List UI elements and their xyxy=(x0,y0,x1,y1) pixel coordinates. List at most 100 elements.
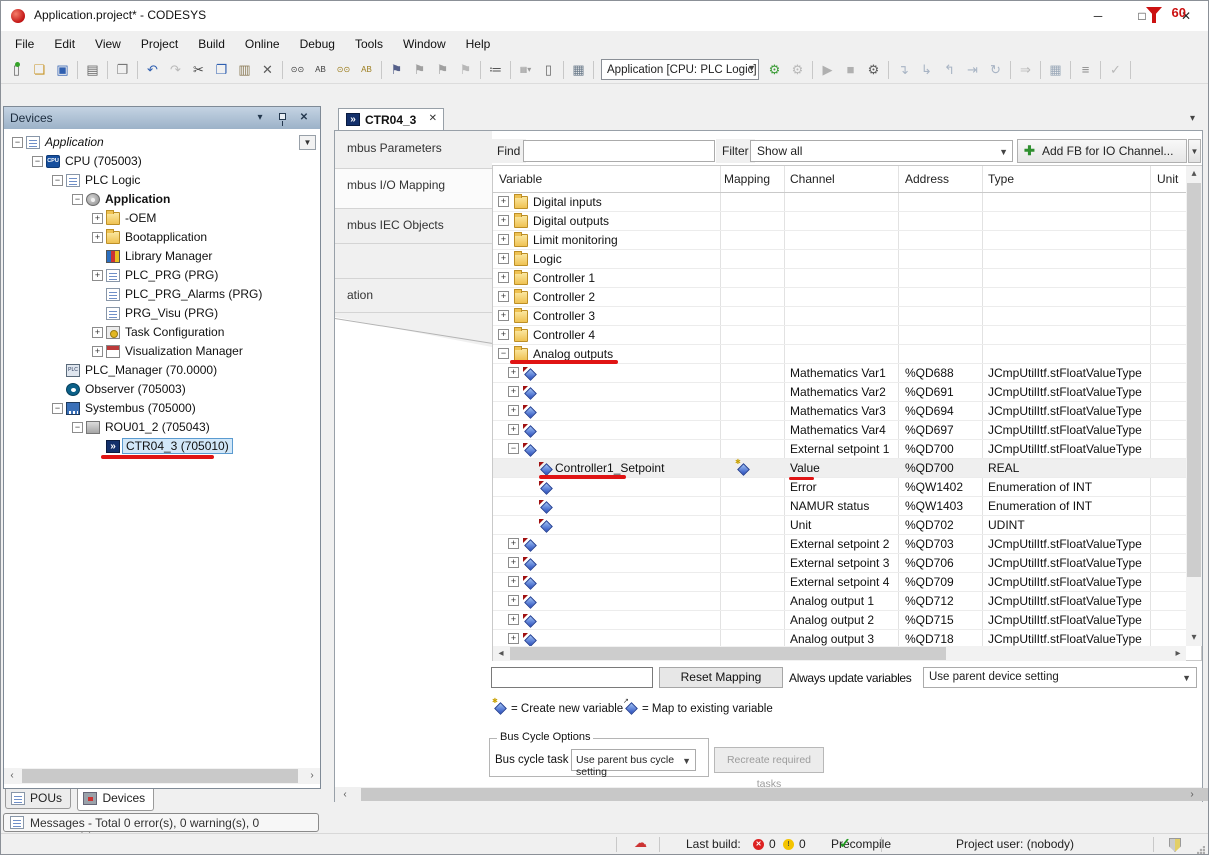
filter-combo[interactable]: Show all▼ xyxy=(750,140,1013,162)
menu-tools[interactable]: Tools xyxy=(345,33,393,55)
pin-icon[interactable] xyxy=(274,110,290,126)
table-row[interactable]: +Mathematics Var1%QD688JCmpUtilItf.stFlo… xyxy=(493,364,1186,383)
scroll-right-icon[interactable]: › xyxy=(304,768,320,784)
table-row[interactable]: +Logic xyxy=(493,250,1186,269)
row-expander-icon[interactable]: + xyxy=(508,538,519,549)
print-icon[interactable]: ▤ xyxy=(81,59,104,81)
row-expander-icon[interactable]: + xyxy=(498,234,509,245)
clear-bookmarks-icon[interactable]: ⚑ xyxy=(454,59,477,81)
tree-expander-icon[interactable]: + xyxy=(92,270,103,281)
menu-file[interactable]: File xyxy=(5,33,44,55)
find-icon[interactable]: ⊙⊙ xyxy=(286,59,309,81)
row-expander-icon[interactable]: + xyxy=(508,424,519,435)
row-expander-icon[interactable]: + xyxy=(508,595,519,606)
row-expander-icon[interactable]: + xyxy=(508,557,519,568)
tree-item-prg-visu-prg-[interactable]: PRG_Visu (PRG) xyxy=(4,304,320,323)
column-header-type[interactable]: Type xyxy=(988,172,1014,186)
table-row[interactable]: Unit%QD702UDINT xyxy=(493,516,1186,535)
tab-devices[interactable]: Devices xyxy=(77,789,154,811)
table-row[interactable]: +Controller 2 xyxy=(493,288,1186,307)
table-row[interactable]: +Digital inputs xyxy=(493,193,1186,212)
messages-bar[interactable]: Messages - Total 0 error(s), 0 warning(s… xyxy=(3,813,319,832)
recreate-tasks-button[interactable]: Recreate required tasks xyxy=(714,747,824,773)
step-out-icon[interactable]: ↰ xyxy=(938,59,961,81)
redo-icon[interactable]: ↷ xyxy=(164,59,187,81)
table-vscrollbar[interactable]: ▴ ▾ xyxy=(1186,166,1202,646)
tree-expander-icon[interactable]: − xyxy=(12,137,23,148)
table-row[interactable]: +Analog output 2%QD715JCmpUtilItf.stFloa… xyxy=(493,611,1186,630)
tree-expander-icon[interactable]: − xyxy=(72,422,83,433)
table-row[interactable]: +Controller 3 xyxy=(493,307,1186,326)
tree-expander-icon[interactable]: − xyxy=(72,194,83,205)
new-object-icon[interactable]: ▯ xyxy=(537,59,560,81)
table-row[interactable]: +Analog output 1%QD712JCmpUtilItf.stFloa… xyxy=(493,592,1186,611)
tree-expander-icon[interactable]: − xyxy=(52,403,63,414)
check-all-icon[interactable]: ✓ xyxy=(1104,59,1127,81)
tree-expander-icon[interactable]: + xyxy=(92,232,103,243)
side-tab-ation[interactable]: ation xyxy=(335,278,492,312)
message-count-badge[interactable]: 60 xyxy=(1172,5,1186,20)
active-application-combo[interactable]: Application [CPU: PLC Logic]▼ xyxy=(601,59,759,80)
menu-online[interactable]: Online xyxy=(235,33,290,55)
find-input[interactable] xyxy=(523,140,715,162)
table-hscrollbar[interactable]: ◂ ▸ xyxy=(493,646,1186,661)
row-expander-icon[interactable]: + xyxy=(498,215,509,226)
table-row[interactable]: +Controller 4 xyxy=(493,326,1186,345)
step-over-icon[interactable]: ↴ xyxy=(892,59,915,81)
tree-item-rou01-2-705043-[interactable]: −ROU01_2 (705043) xyxy=(4,418,320,437)
menu-debug[interactable]: Debug xyxy=(290,33,345,55)
editor-tab-ctr04_3[interactable]: CTR04_3 ✕ xyxy=(338,108,444,131)
scroll-right-icon[interactable]: › xyxy=(1184,787,1200,803)
panel-close-icon[interactable]: ✕ xyxy=(296,110,312,126)
menu-project[interactable]: Project xyxy=(131,33,188,55)
next-bookmark-icon[interactable]: ⚑ xyxy=(431,59,454,81)
table-row[interactable]: +External setpoint 2%QD703JCmpUtilItf.st… xyxy=(493,535,1186,554)
table-row[interactable]: −External setpoint 1%QD700JCmpUtilItf.st… xyxy=(493,440,1186,459)
replace-icon[interactable]: AB xyxy=(309,59,332,81)
new-variable-input[interactable] xyxy=(491,667,653,688)
tree-item-ctr04-3-705010-[interactable]: CTR04_3 (705010) xyxy=(4,437,320,456)
editor-hscrollbar[interactable]: ‹ › xyxy=(335,787,1202,802)
table-row[interactable]: +Mathematics Var3%QD694JCmpUtilItf.stFlo… xyxy=(493,402,1186,421)
replace-in-project-icon[interactable]: AB xyxy=(355,59,378,81)
row-expander-icon[interactable]: + xyxy=(498,310,509,321)
run-to-cursor-icon[interactable]: ⇥ xyxy=(961,59,984,81)
tree-item-plc-prg-alarms-prg-[interactable]: PLC_PRG_Alarms (PRG) xyxy=(4,285,320,304)
insert-dropdown-icon[interactable]: ▦▾ xyxy=(514,59,537,81)
message-filter-icon[interactable] xyxy=(1146,7,1162,16)
scrollbar-thumb[interactable] xyxy=(510,647,946,660)
stop-icon[interactable]: ■ xyxy=(839,59,862,81)
tree-item--oem[interactable]: +-OEM xyxy=(4,209,320,228)
row-expander-icon[interactable]: + xyxy=(498,196,509,207)
add-fb-overflow-button[interactable]: ▼ xyxy=(1188,139,1201,163)
tab-list-dropdown-icon[interactable]: ▾ xyxy=(1190,113,1195,124)
menu-edit[interactable]: Edit xyxy=(44,33,85,55)
row-expander-icon[interactable]: + xyxy=(508,633,519,644)
reset-mapping-button[interactable]: Reset Mapping xyxy=(659,667,783,688)
side-tab-mbus-i-o-mapping[interactable]: mbus I/O Mapping xyxy=(335,168,492,208)
menu-view[interactable]: View xyxy=(85,33,131,55)
tree-expander-icon[interactable]: − xyxy=(52,175,63,186)
symbol-configuration-icon[interactable]: ▦ xyxy=(567,59,590,81)
tree-item-plc-manager-70-0000-[interactable]: PLC_Manager (70.0000) xyxy=(4,361,320,380)
menu-help[interactable]: Help xyxy=(456,33,501,55)
side-tab-mbus-iec-objects[interactable]: mbus IEC Objects xyxy=(335,208,492,243)
paste-icon[interactable]: ▥ xyxy=(233,59,256,81)
copy-icon[interactable]: ❐ xyxy=(210,59,233,81)
tree-item-systembus-705000-[interactable]: −Systembus (705000) xyxy=(4,399,320,418)
side-tab-mbus-parameters[interactable]: mbus Parameters xyxy=(335,131,492,168)
tree-item-application[interactable]: −Application xyxy=(4,190,320,209)
tree-item-library-manager[interactable]: Library Manager xyxy=(4,247,320,266)
row-expander-icon[interactable]: − xyxy=(498,348,509,359)
tree-expander-icon[interactable]: + xyxy=(92,346,103,357)
tree-item-bootapplication[interactable]: +Bootapplication xyxy=(4,228,320,247)
table-row[interactable]: +Digital outputs xyxy=(493,212,1186,231)
table-row[interactable]: +Analog output 3%QD718JCmpUtilItf.stFloa… xyxy=(493,630,1186,646)
open-project-icon[interactable]: ❏ xyxy=(28,59,51,81)
table-row[interactable]: +Mathematics Var4%QD697JCmpUtilItf.stFlo… xyxy=(493,421,1186,440)
table-row[interactable]: Error%QW1402Enumeration of INT xyxy=(493,478,1186,497)
menu-window[interactable]: Window xyxy=(393,33,456,55)
row-expander-icon[interactable]: + xyxy=(498,253,509,264)
logout-icon[interactable]: ⚙ xyxy=(786,59,809,81)
table-row[interactable]: NAMUR status%QW1403Enumeration of INT xyxy=(493,497,1186,516)
